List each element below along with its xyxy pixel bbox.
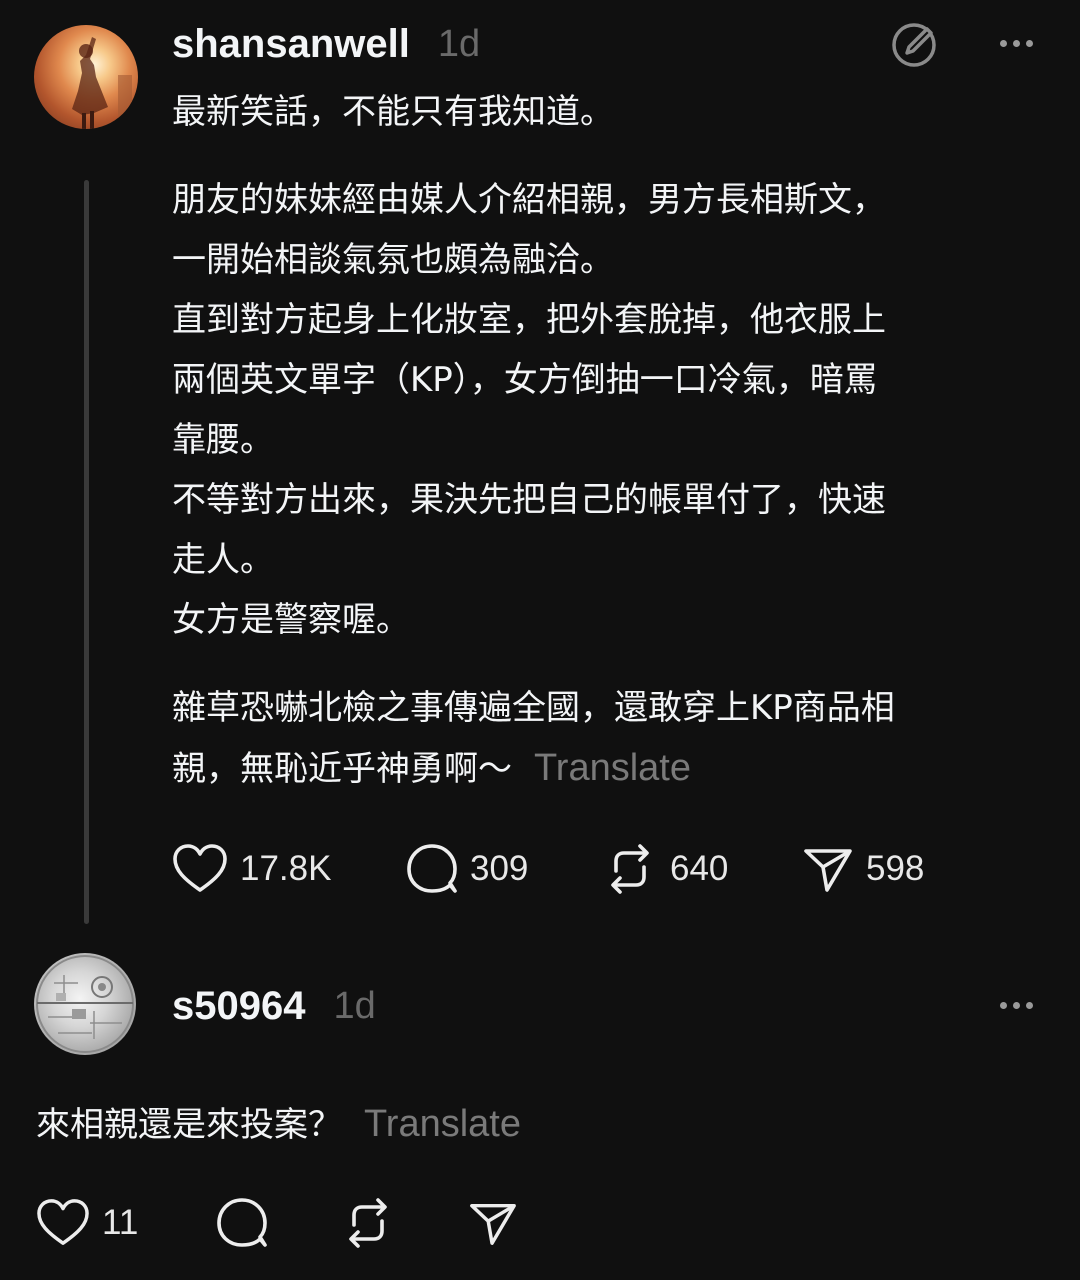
- post-line: 一開始相談氣氛也頗為融洽。: [172, 240, 614, 280]
- like-count: 11: [102, 1203, 139, 1242]
- comment-bubble-icon: [404, 841, 460, 897]
- repost-button[interactable]: [340, 1195, 468, 1251]
- more-horizontal-icon[interactable]: [1000, 40, 1033, 47]
- post-line-text: 親，無恥近乎神勇啊～: [172, 749, 512, 789]
- reply-actions: 11: [36, 1194, 528, 1252]
- post-line: 朋友的妹妹經由媒人介紹相親，男方長相斯文，: [172, 180, 886, 220]
- death-star-icon: [36, 955, 134, 1053]
- repost-icon: [602, 841, 658, 897]
- post-paragraph-2: 雜草恐嚇北檢之事傳遍全國，還敢穿上KP商品相 親，無恥近乎神勇啊～ Transla…: [172, 678, 895, 799]
- share-button[interactable]: [468, 1198, 528, 1248]
- repost-count: 640: [670, 849, 729, 888]
- post-title: 最新笑話，不能只有我知道。: [172, 92, 614, 132]
- repost-icon: [340, 1195, 396, 1251]
- comment-count: 309: [470, 849, 529, 888]
- comment-button[interactable]: 309: [404, 841, 602, 897]
- timestamp: 1d: [437, 22, 481, 65]
- send-icon: [468, 1198, 518, 1248]
- send-icon: [802, 843, 854, 895]
- translate-link[interactable]: Translate: [364, 1103, 521, 1145]
- post-line: 靠腰。: [172, 420, 274, 460]
- more-horizontal-icon[interactable]: [1000, 1002, 1033, 1009]
- reply-text: 來相親還是來投案？: [36, 1105, 342, 1145]
- reply-username[interactable]: s50964: [172, 984, 305, 1029]
- like-count: 17.8K: [240, 849, 332, 888]
- post-actions: 17.8K 309 640 598: [172, 840, 962, 898]
- comment-button[interactable]: [214, 1195, 340, 1251]
- repost-button[interactable]: 640: [602, 841, 802, 897]
- avatar[interactable]: [34, 25, 138, 129]
- share-button[interactable]: 598: [802, 843, 962, 895]
- edit-circle-icon[interactable]: [890, 20, 940, 74]
- post-line: 兩個英文單字（KP），女方倒抽一口冷氣，暗罵: [172, 360, 878, 400]
- post-line: 走人。: [172, 540, 274, 580]
- username[interactable]: shansanwell: [172, 22, 410, 67]
- post-line: 雜草恐嚇北檢之事傳遍全國，還敢穿上KP商品相: [172, 688, 895, 728]
- post-line: 直到對方起身上化妝室，把外套脫掉，他衣服上: [172, 300, 886, 340]
- share-count: 598: [866, 849, 925, 888]
- heart-icon: [172, 843, 228, 895]
- like-button[interactable]: 17.8K: [172, 843, 404, 895]
- thread-line: [84, 180, 89, 924]
- reply-header: s50964 1d: [172, 980, 376, 1032]
- avatar-silhouette: [72, 37, 132, 129]
- reply-text-line: 來相親還是來投案？ Translate: [36, 1094, 521, 1155]
- post-line: 女方是警察喔。: [172, 600, 410, 640]
- reply-avatar[interactable]: [34, 953, 136, 1055]
- post-line: 親，無恥近乎神勇啊～ Translate: [172, 738, 895, 799]
- like-button[interactable]: 11: [36, 1198, 214, 1248]
- translate-link[interactable]: Translate: [534, 747, 691, 789]
- post-paragraph-1: 朋友的妹妹經由媒人介紹相親，男方長相斯文， 一開始相談氣氛也頗為融洽。 直到對方…: [172, 170, 886, 650]
- heart-icon: [36, 1198, 90, 1248]
- comment-bubble-icon: [214, 1195, 270, 1251]
- post-header: shansanwell 1d: [172, 18, 480, 70]
- reply-timestamp: 1d: [333, 984, 376, 1027]
- post-line: 不等對方出來，果決先把自己的帳單付了，快速: [172, 480, 886, 520]
